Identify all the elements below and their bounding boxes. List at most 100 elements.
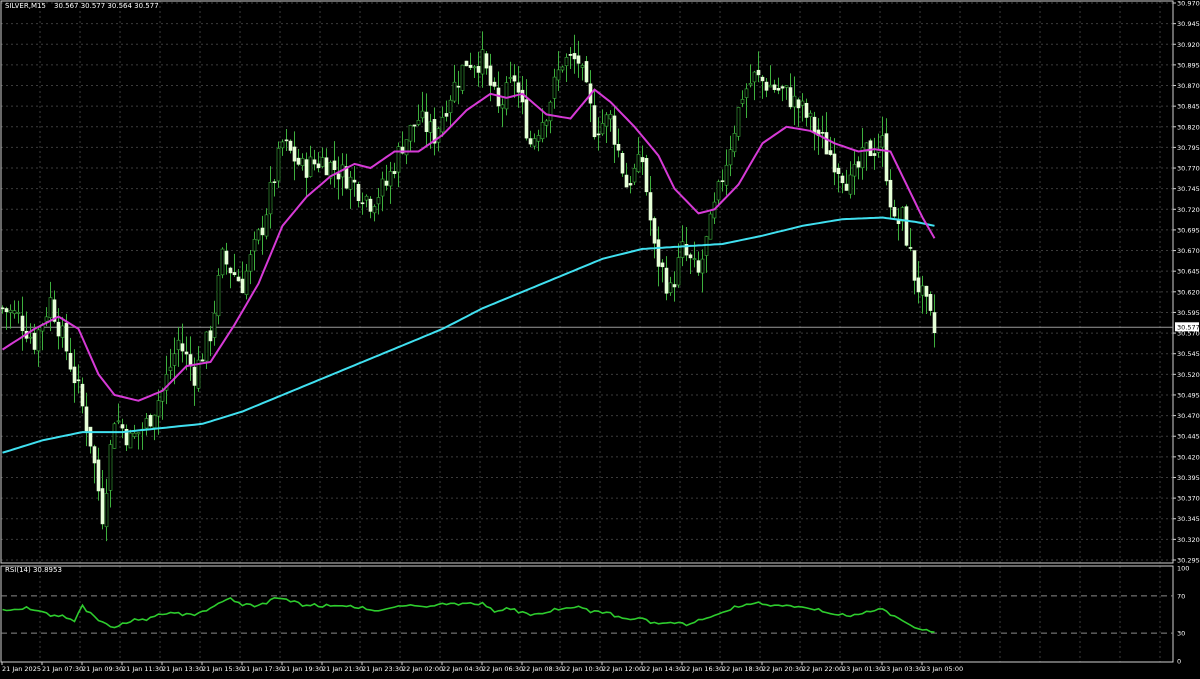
candle-body <box>784 85 789 88</box>
price-tick-label: 30.370 <box>1177 495 1200 503</box>
candle-body <box>300 158 305 166</box>
time-tick-label: 23 Jan 05:00 <box>922 665 963 673</box>
candle-body <box>60 325 65 338</box>
candle-body <box>508 77 513 79</box>
time-tick-label: 21 Jan 07:30 <box>42 665 83 673</box>
price-tick-label: 30.495 <box>1177 391 1200 399</box>
candle-body <box>660 262 665 268</box>
candle-body <box>708 213 713 240</box>
candle-body <box>460 64 465 91</box>
candle-body <box>488 65 493 86</box>
candle-body <box>640 157 645 163</box>
price-tick-label: 30.920 <box>1177 41 1200 49</box>
candle-body <box>596 133 601 136</box>
candle-body <box>780 86 785 89</box>
candle-body <box>548 101 553 122</box>
candle-body <box>644 158 649 193</box>
candle-body <box>504 82 509 110</box>
candle-body <box>832 153 837 173</box>
candle-body <box>224 250 229 265</box>
candle-body <box>384 180 389 186</box>
candle-body <box>204 331 209 362</box>
candle-body <box>524 99 529 139</box>
candle-body <box>852 164 857 177</box>
time-tick-label: 22 Jan 04:30 <box>442 665 483 673</box>
candle-body <box>284 139 289 142</box>
time-tick-label: 21 Jan 17:30 <box>242 665 283 673</box>
main-header-symbol: SILVER,M15 <box>5 2 46 10</box>
price-tick-label: 30.345 <box>1177 515 1200 523</box>
candle-body <box>44 316 49 322</box>
candle-body <box>268 182 273 215</box>
chart-canvas[interactable]: 30.970 30.945 30.920 30.895 30.870 30.845 30.8… <box>0 0 1200 675</box>
candle-body <box>144 418 149 429</box>
candle-body <box>172 353 177 366</box>
candle-body <box>324 157 329 176</box>
candle-body <box>516 82 521 93</box>
candle-body <box>152 414 157 428</box>
candle-body <box>228 267 233 274</box>
candle-body <box>444 113 449 117</box>
candle-body <box>808 112 813 117</box>
candle-body <box>12 310 17 315</box>
price-tick-label: 30.520 <box>1177 371 1200 379</box>
candle-body <box>580 65 585 68</box>
chart-window: 30.970 30.945 30.920 30.895 30.870 30.845 30.8… <box>0 0 1200 675</box>
candle-body <box>720 180 725 182</box>
candle-body <box>116 420 121 423</box>
candle-body <box>468 65 473 68</box>
candle-body <box>840 175 845 184</box>
price-tick-label: 30.645 <box>1177 268 1200 276</box>
candle-body <box>932 312 937 334</box>
candle-body <box>796 99 801 109</box>
candle-body <box>664 267 669 294</box>
time-tick-label: 23 Jan 01:30 <box>842 665 883 673</box>
candle-body <box>912 250 917 281</box>
rsi-tick-label: 100 <box>1177 565 1189 573</box>
candle-body <box>212 312 217 338</box>
candle-body <box>752 71 757 83</box>
candle-body <box>668 282 673 293</box>
candle-body <box>4 308 9 313</box>
candle-body <box>688 254 693 259</box>
candle-body <box>72 366 77 384</box>
candle-body <box>192 366 197 386</box>
candle-body <box>392 171 397 174</box>
candle-body <box>388 171 393 187</box>
candle-body <box>308 156 313 177</box>
time-tick-label: 22 Jan 06:30 <box>482 665 523 673</box>
candle-body <box>416 119 421 125</box>
candle-body <box>68 352 73 370</box>
candle-body <box>184 351 189 355</box>
candle-body <box>572 53 577 60</box>
price-tick-label: 30.945 <box>1177 20 1200 28</box>
candle-body <box>888 179 893 208</box>
candle-body <box>656 239 661 267</box>
candle-body <box>724 164 729 186</box>
candle-body <box>480 49 485 75</box>
candle-body <box>704 236 709 256</box>
price-tick-label: 30.845 <box>1177 103 1200 111</box>
candle-body <box>456 85 461 88</box>
candle-body <box>848 174 853 195</box>
candle-body <box>92 446 97 464</box>
candle-body <box>652 218 657 244</box>
candle-body <box>64 322 69 352</box>
price-tick-label: 30.895 <box>1177 61 1200 69</box>
time-tick-label: 22 Jan 08:30 <box>522 665 563 673</box>
candle-body <box>76 379 81 382</box>
current-price-label: 30.577 <box>1177 324 1200 332</box>
candle-body <box>28 336 33 339</box>
rsi-tick-label: 70 <box>1177 592 1185 600</box>
candle-body <box>36 329 41 352</box>
candle-body <box>928 294 933 311</box>
time-tick-label: 21 Jan 2025 <box>2 665 41 673</box>
candle-body <box>756 69 761 76</box>
candle-body <box>732 133 737 153</box>
candle-body <box>344 166 349 189</box>
candle-body <box>16 312 21 314</box>
candle-body <box>408 125 413 142</box>
candle-body <box>576 55 581 64</box>
candle-body <box>748 83 753 86</box>
candle-body <box>828 150 833 155</box>
